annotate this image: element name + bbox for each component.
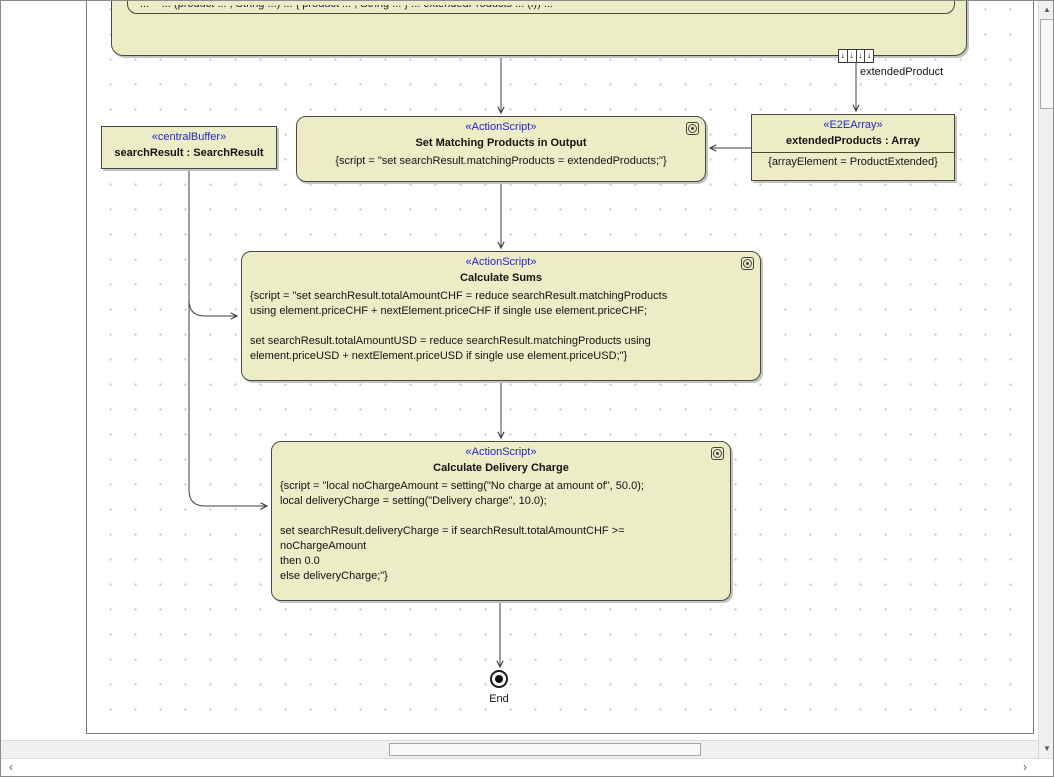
activity-node-partial[interactable]: ... = ... (product ... , String ...) ...… (111, 1, 967, 56)
right-arrow-icon: › (1023, 760, 1027, 774)
stereotype-label: «centralBuffer» (151, 131, 227, 143)
node-title: Calculate Sums (460, 272, 542, 284)
pin-arrow-icon: ↓ (848, 50, 857, 62)
bottom-strip: ‹ › (1, 758, 1053, 776)
diagram-canvas[interactable]: ... = ... (product ... , String ...) ...… (1, 1, 1038, 740)
node-script: {script = "set searchResult.totalAmountC… (250, 290, 668, 362)
vertical-scrollbar-thumb[interactable] (1040, 19, 1053, 109)
clipped-script-text: ... = ... (product ... , String ...) ...… (140, 5, 942, 12)
stereotype-label: «ActionScript» (465, 256, 537, 268)
tagged-value: {arrayElement = ProductExtended} (752, 152, 954, 170)
pin-arrow-icon: ↓ (839, 50, 848, 62)
end-label: End (489, 693, 509, 705)
action-node-calculate-sums[interactable]: «ActionScript» Calculate Sums {script = … (241, 251, 761, 381)
node-script: {script = "local noChargeAmount = settin… (280, 480, 644, 582)
up-arrow-icon: ▲ (1043, 5, 1051, 14)
pin-arrow-icon: ↓ (866, 50, 872, 60)
app-window: ... = ... (product ... , String ...) ...… (0, 0, 1054, 777)
vertical-scrollbar[interactable]: ▲ ▼ (1038, 1, 1053, 758)
down-arrow-icon: ▼ (1043, 744, 1051, 753)
node-title: Set Matching Products in Output (415, 137, 587, 149)
scroll-right-button[interactable]: › (1017, 759, 1033, 776)
pin-arrow-icon: ↓ (857, 50, 866, 62)
stereotype-label: «E2EArray» (823, 119, 883, 131)
node-title: searchResult : SearchResult (114, 147, 264, 159)
behavior-icon (741, 257, 754, 270)
scroll-up-button[interactable]: ▲ (1039, 2, 1053, 18)
scroll-down-button[interactable]: ▼ (1039, 741, 1053, 757)
left-arrow-icon: ‹ (9, 760, 13, 774)
nested-action-partial[interactable]: ... = ... (product ... , String ...) ...… (127, 1, 955, 14)
behavior-icon (711, 447, 724, 460)
node-title: Calculate Delivery Charge (433, 462, 569, 474)
scroll-left-button[interactable]: ‹ (3, 759, 19, 776)
stereotype-label: «ActionScript» (465, 446, 537, 458)
action-node-set-matching-products[interactable]: «ActionScript» Set Matching Products in … (296, 116, 706, 182)
activity-final-node[interactable] (490, 670, 508, 688)
stereotype-label: «ActionScript» (465, 121, 537, 133)
output-pin-group[interactable]: ↓ ↓ ↓ ↓ (838, 49, 874, 63)
node-title: extendedProducts : Array (785, 135, 921, 147)
action-node-calculate-delivery-charge[interactable]: «ActionScript» Calculate Delivery Charge… (271, 441, 731, 601)
horizontal-scrollbar[interactable] (1, 740, 1038, 758)
horizontal-scrollbar-thumb[interactable] (389, 743, 701, 756)
node-script: {script = "set searchResult.matchingProd… (335, 155, 667, 167)
e2e-array-node[interactable]: «E2EArray» extendedProducts : Array {arr… (751, 114, 955, 181)
behavior-icon (686, 122, 699, 135)
central-buffer-node[interactable]: «centralBuffer» searchResult : SearchRes… (101, 126, 277, 169)
pin-label: extendedProduct (860, 66, 944, 78)
